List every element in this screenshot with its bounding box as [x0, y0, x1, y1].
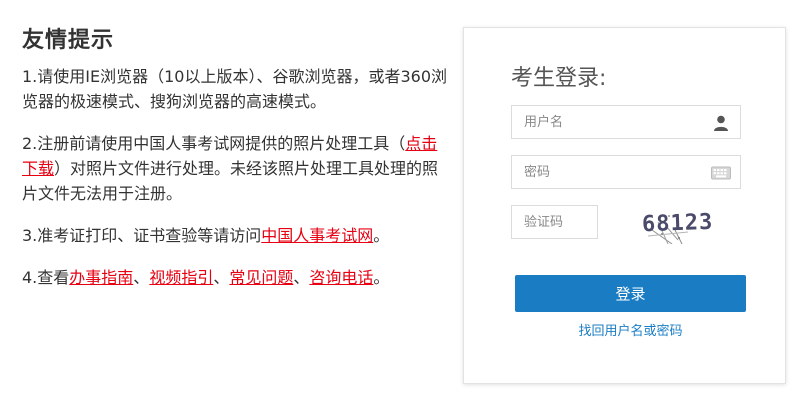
- tip-text: 。: [373, 226, 390, 245]
- tip-item-1: 1.请使用IE浏览器（10以上版本）、谷歌浏览器，或者360浏览器的极速模式、搜…: [22, 67, 447, 111]
- cpta-site-link[interactable]: 中国人事考试网: [261, 226, 373, 245]
- password-field[interactable]: [511, 155, 741, 189]
- login-title: 考生登录:: [511, 66, 607, 91]
- username-field[interactable]: [511, 105, 741, 139]
- tip-item-2: 2.注册前请使用中国人事考试网提供的照片处理工具（点击下载）对照片文件进行处理。…: [22, 131, 452, 206]
- tip-text: 。: [373, 268, 390, 287]
- tips-title: 友情提示: [22, 28, 115, 53]
- password-input[interactable]: [512, 156, 704, 188]
- separator: 、: [293, 268, 310, 287]
- tips-panel: 友情提示 1.请使用IE浏览器（10以上版本）、谷歌浏览器，或者360浏览器的极…: [22, 22, 452, 307]
- recover-account-link[interactable]: 找回用户名或密码: [515, 320, 746, 339]
- keyboard-icon[interactable]: [711, 164, 731, 182]
- captcha-text: 68123: [642, 210, 714, 237]
- separator: 、: [213, 268, 230, 287]
- login-button[interactable]: 登录: [515, 275, 746, 312]
- guide-link[interactable]: 办事指南: [69, 268, 133, 287]
- username-input[interactable]: [512, 106, 704, 138]
- tip-text: 3.准考证打印、证书查验等请访问: [22, 226, 262, 245]
- tip-item-3: 3.准考证打印、证书查验等请访问中国人事考试网。: [22, 223, 452, 248]
- captcha-input[interactable]: [512, 206, 594, 238]
- tip-text: 4.查看: [22, 268, 70, 287]
- contact-phone-link[interactable]: 咨询电话: [309, 268, 373, 287]
- user-icon: [714, 115, 728, 131]
- captcha-field[interactable]: [511, 205, 598, 239]
- tip-text: 2.注册前请使用中国人事考试网提供的照片处理工具（: [22, 134, 406, 153]
- tip-text: ）对照片文件进行处理。未经该照片处理工具处理的照片文件无法用于注册。: [22, 159, 439, 203]
- captcha-image[interactable]: 68123: [638, 200, 734, 244]
- video-guide-link[interactable]: 视频指引: [149, 268, 213, 287]
- faq-link[interactable]: 常见问题: [229, 268, 293, 287]
- separator: 、: [133, 268, 150, 287]
- login-card: 考生登录: 用户名 验证码 68123 登录 找回用户名或密码: [463, 27, 786, 384]
- tip-item-4: 4.查看办事指南、视频指引、常见问题、咨询电话。: [22, 265, 452, 290]
